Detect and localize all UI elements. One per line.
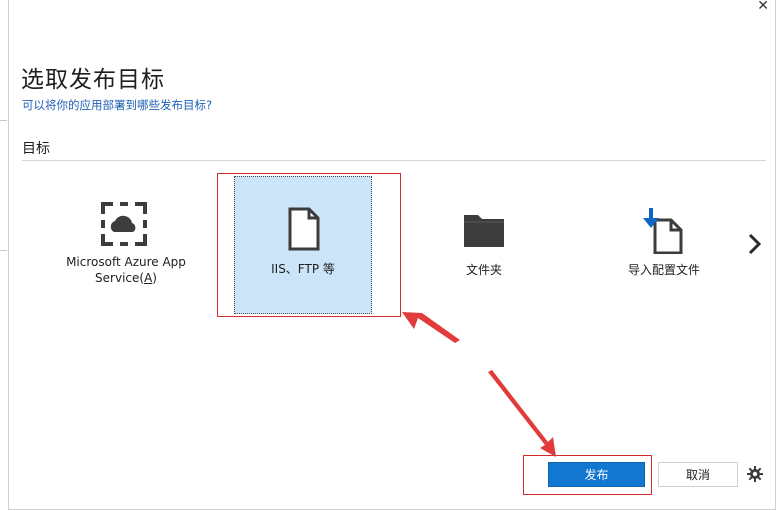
target-import-profile[interactable]: 导入配置文件 [609,176,719,314]
publish-dialog: ✕ 选取发布目标 可以将你的应用部署到哪些发布目标? 目标 Microsoft … [8,0,776,510]
background-window-edge [0,0,8,511]
cancel-button[interactable]: 取消 [658,462,738,487]
azure-cloud-icon [101,202,147,246]
target-azure-app-service[interactable]: Microsoft Azure App Service(A) [61,176,191,314]
target-folder[interactable]: 文件夹 [429,176,539,314]
publish-button[interactable]: 发布 [548,462,645,487]
chevron-right-icon[interactable] [747,232,763,256]
section-label: 目标 [22,141,50,157]
target-iis-ftp[interactable]: IIS、FTP 等 [234,176,372,314]
document-icon [288,207,320,251]
target-label: 文件夹 [465,263,502,277]
import-profile-icon [643,208,683,254]
target-label: IIS、FTP 等 [271,262,335,276]
gear-icon[interactable] [747,466,763,482]
section-divider [22,160,766,161]
subtitle-link[interactable]: 可以将你的应用部署到哪些发布目标? [22,97,212,113]
target-label: Microsoft Azure App Service(A) [66,255,186,285]
background-divider [0,120,7,121]
background-divider [0,250,7,251]
close-icon[interactable]: ✕ [757,0,769,13]
target-label: 导入配置文件 [627,263,700,277]
folder-icon [464,215,504,247]
page-title: 选取发布目标 [21,67,165,93]
